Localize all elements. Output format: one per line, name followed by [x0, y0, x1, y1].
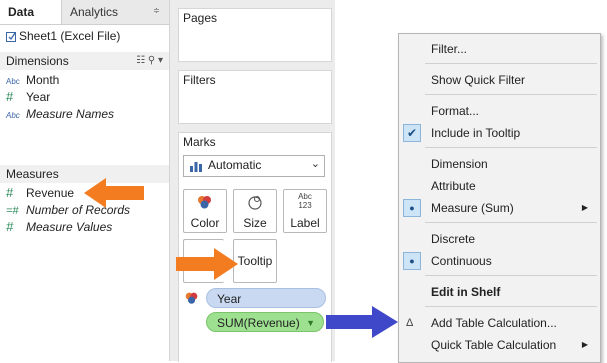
- field-measure-names[interactable]: Abc Measure Names: [6, 106, 114, 122]
- menu-item-label: Attribute: [431, 179, 476, 193]
- menu-item-dimension[interactable]: Dimension: [399, 153, 600, 175]
- menu-item-measure-sum[interactable]: ● Measure (Sum) ▶: [399, 197, 600, 219]
- tooltip-button[interactable]: Tooltip: [233, 239, 277, 283]
- menu-item-quick-table-calculation[interactable]: Quick Table Calculation ▶: [399, 334, 600, 356]
- dimensions-header: Dimensions ☷ ⚲ ▾: [0, 52, 169, 70]
- label-button[interactable]: Abc 123 Label: [283, 189, 327, 233]
- menu-item-format[interactable]: Format...: [399, 100, 600, 122]
- year-pill-label: Year: [217, 292, 242, 306]
- measures-header-label: Measures: [6, 167, 59, 181]
- field-context-menu: Filter... Show Quick Filter Format... ✔ …: [398, 33, 601, 363]
- field-label: Measure Names: [26, 107, 115, 121]
- menu-item-label: Measure (Sum): [431, 201, 514, 215]
- mark-type-dropdown[interactable]: Automatic ⌄: [183, 155, 325, 177]
- data-pane-tabbar: Data Analytics ≑: [0, 0, 169, 25]
- dimensions-header-label: Dimensions: [6, 54, 69, 68]
- filters-shelf[interactable]: Filters: [178, 70, 332, 124]
- delta-icon: Δ: [406, 317, 414, 329]
- size-button[interactable]: Size: [233, 189, 277, 233]
- field-year[interactable]: # Year: [6, 89, 50, 105]
- calculated-number-type-icon: =#: [6, 205, 19, 217]
- number-type-icon: #: [6, 185, 14, 200]
- menu-item-label: Dimension: [431, 157, 488, 171]
- menu-item-show-quick-filter[interactable]: Show Quick Filter: [399, 69, 600, 91]
- pages-shelf[interactable]: Pages: [178, 8, 332, 62]
- datasource-icon: [6, 30, 17, 42]
- menu-item-label: Show Quick Filter: [431, 73, 526, 87]
- menu-item-attribute[interactable]: Attribute: [399, 175, 600, 197]
- chevron-down-icon[interactable]: ▾: [158, 55, 163, 66]
- field-label: Month: [26, 73, 60, 87]
- filters-shelf-title: Filters: [183, 73, 216, 87]
- string-type-icon: Abc: [6, 111, 20, 120]
- tab-data[interactable]: Data: [0, 0, 62, 24]
- size-button-label: Size: [243, 216, 267, 230]
- menu-item-label: Continuous: [431, 254, 492, 268]
- submenu-arrow-icon: ▶: [581, 340, 588, 349]
- menu-separator: [425, 306, 597, 307]
- string-type-icon: Abc: [6, 77, 20, 86]
- field-label: Year: [26, 90, 51, 104]
- menu-separator: [425, 63, 597, 64]
- year-pill[interactable]: Year: [206, 288, 326, 308]
- menu-separator: [425, 222, 597, 223]
- sum-revenue-pill[interactable]: SUM(Revenue) ▼: [206, 312, 324, 332]
- marks-card-title: Marks: [183, 135, 216, 149]
- number-type-icon: #: [6, 89, 14, 104]
- menu-item-add-table-calculation[interactable]: Δ Add Table Calculation...: [399, 312, 600, 334]
- radio-dot-icon: ●: [403, 252, 421, 270]
- size-icon: [248, 195, 262, 210]
- grid-view-icon[interactable]: ☷: [136, 55, 145, 66]
- color-icon: [198, 196, 211, 209]
- search-icon[interactable]: ⚲: [148, 55, 155, 66]
- menu-item-label: Filter...: [431, 42, 468, 56]
- menu-item-discrete[interactable]: Discrete: [399, 228, 600, 250]
- mark-type-value: Automatic: [208, 158, 262, 172]
- field-measure-values[interactable]: # Measure Values: [6, 219, 112, 235]
- label-icon-num: 123: [298, 201, 312, 210]
- menu-separator: [425, 147, 597, 148]
- chevron-down-icon[interactable]: ▼: [306, 313, 315, 333]
- menu-item-label: Discrete: [431, 232, 476, 246]
- datasource-label: Sheet1 (Excel File): [19, 29, 121, 43]
- blue-arrow-right-icon: [326, 306, 398, 338]
- tab-analytics[interactable]: Analytics: [62, 0, 152, 24]
- orange-arrow-left-icon: [84, 178, 144, 208]
- bar-chart-icon: [190, 162, 202, 172]
- menu-item-label: Quick Table Calculation: [431, 338, 557, 352]
- pages-shelf-title: Pages: [183, 11, 218, 25]
- chevron-down-icon: ⌄: [310, 158, 320, 170]
- sum-revenue-pill-label: SUM(Revenue): [217, 316, 300, 330]
- menu-separator: [425, 94, 597, 95]
- menu-item-include-in-tooltip[interactable]: ✔ Include in Tooltip: [399, 122, 600, 144]
- field-label: Revenue: [26, 186, 75, 200]
- dimensions-tools: ☷ ⚲ ▾: [136, 52, 163, 70]
- label-icon-text: Abc: [298, 192, 312, 201]
- menu-item-continuous[interactable]: ● Continuous: [399, 250, 600, 272]
- number-type-icon: #: [6, 219, 14, 234]
- datasource-item[interactable]: Sheet1 (Excel File): [6, 28, 120, 44]
- menu-item-filter[interactable]: Filter...: [399, 38, 600, 60]
- checkmark-icon: ✔: [403, 124, 421, 142]
- radio-dot-icon: ●: [403, 199, 421, 217]
- menu-separator: [425, 275, 597, 276]
- label-button-label: Label: [290, 216, 320, 230]
- orange-arrow-right-icon: [176, 248, 238, 280]
- color-button-label: Color: [190, 216, 220, 230]
- submenu-arrow-icon: ▶: [581, 203, 588, 212]
- field-label: Measure Values: [26, 220, 113, 234]
- color-encoding-icon: [185, 292, 198, 304]
- menu-item-label: Add Table Calculation...: [431, 316, 557, 330]
- field-revenue[interactable]: # Revenue: [6, 185, 74, 201]
- menu-item-edit-in-shelf[interactable]: Edit in Shelf: [399, 281, 600, 303]
- tooltip-button-label: Tooltip: [237, 254, 273, 268]
- menu-item-label: Edit in Shelf: [431, 285, 501, 299]
- shelves-pane: Pages Filters Marks Automatic ⌄ Color Si…: [170, 0, 335, 362]
- menu-item-label: Include in Tooltip: [431, 126, 521, 140]
- color-button[interactable]: Color: [183, 189, 227, 233]
- label-icon: Abc 123: [284, 192, 326, 210]
- tab-menu-icon[interactable]: ≑: [153, 6, 160, 15]
- menu-item-label: Format...: [431, 104, 480, 118]
- field-month[interactable]: Abc Month: [6, 72, 59, 88]
